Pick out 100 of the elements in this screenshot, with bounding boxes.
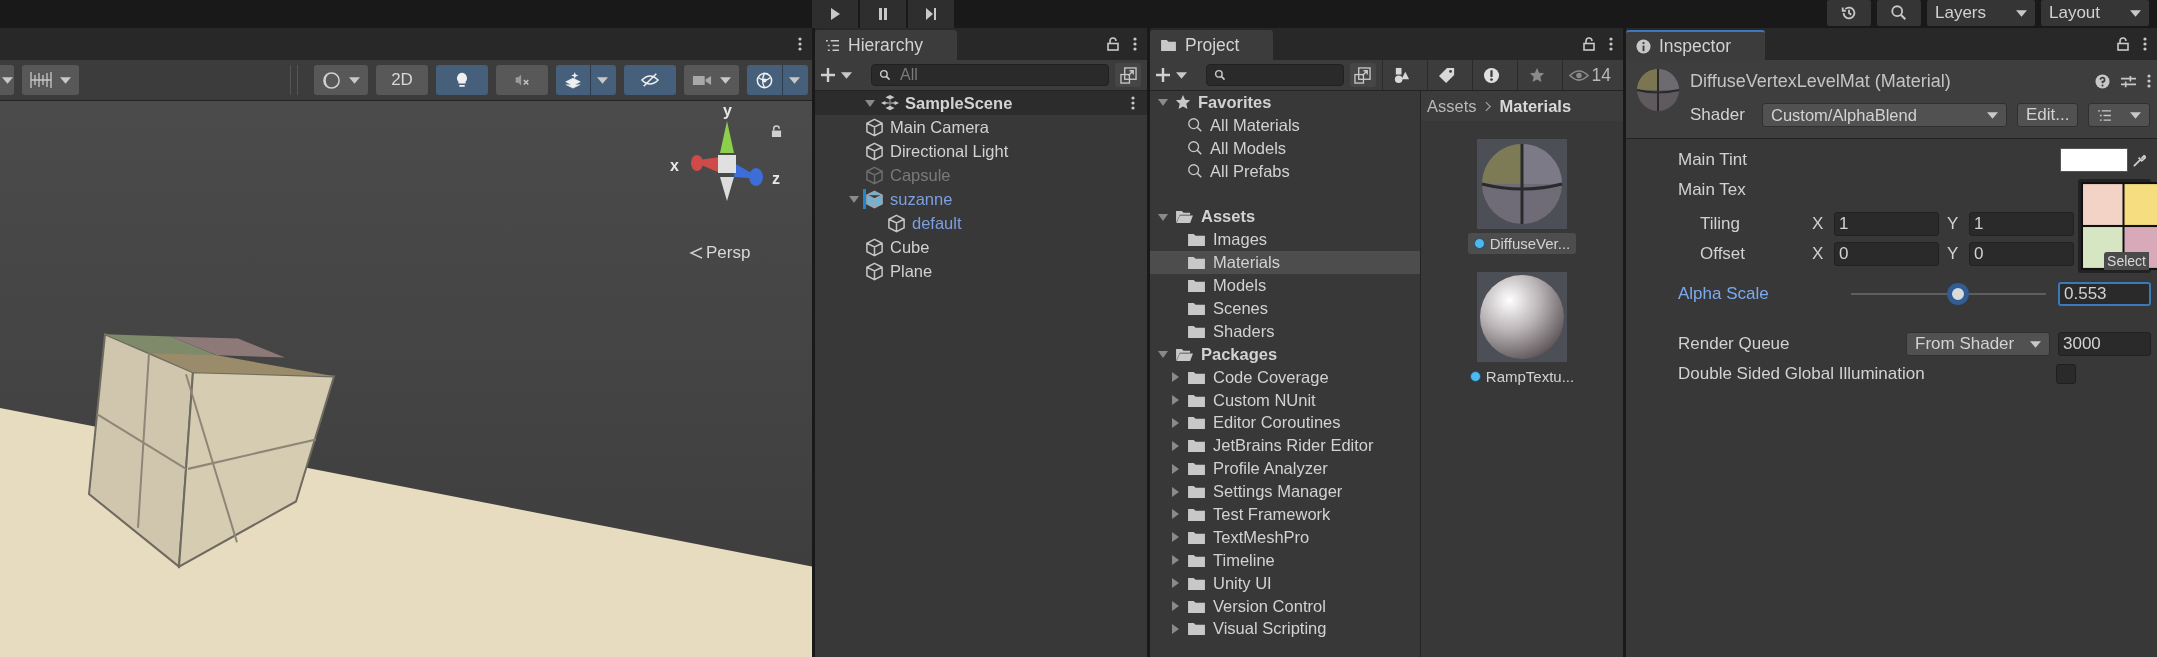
checkbox[interactable] bbox=[2056, 364, 2076, 384]
layout-dropdown[interactable]: Layout bbox=[2041, 0, 2149, 26]
expand-arrow-icon[interactable] bbox=[1170, 623, 1180, 634]
expand-arrow-icon[interactable] bbox=[1170, 463, 1180, 474]
lock-icon[interactable] bbox=[771, 125, 782, 138]
more-icon[interactable] bbox=[1133, 37, 1137, 51]
expand-arrow-icon[interactable] bbox=[1170, 578, 1180, 589]
number-field[interactable]: 1 bbox=[1969, 212, 2074, 236]
number-field[interactable]: 0 bbox=[1969, 242, 2074, 266]
slider-thumb[interactable] bbox=[1946, 283, 1969, 305]
folder-item[interactable]: Unity UI bbox=[1150, 571, 1420, 595]
help-icon[interactable] bbox=[2095, 73, 2110, 89]
toolbar-grip[interactable] bbox=[290, 65, 298, 95]
gizmos-toggle[interactable] bbox=[747, 65, 808, 95]
section-title[interactable]: Packages bbox=[1201, 344, 1278, 364]
hidden-packages-toggle[interactable]: 14 bbox=[1561, 60, 1617, 90]
expand-arrow-icon[interactable] bbox=[1170, 417, 1180, 428]
object-name[interactable]: suzanne bbox=[890, 189, 953, 209]
object-name[interactable]: Plane bbox=[890, 261, 933, 281]
expand-arrow-icon[interactable] bbox=[1170, 532, 1180, 543]
project-tab[interactable]: Project bbox=[1150, 30, 1274, 60]
section-title[interactable]: Assets bbox=[1201, 207, 1256, 227]
object-name[interactable]: default bbox=[912, 213, 962, 233]
folder-item[interactable]: Custom NUnit bbox=[1150, 388, 1420, 412]
folder-item[interactable]: Settings Manager bbox=[1150, 480, 1420, 504]
shading-toggle[interactable] bbox=[314, 65, 368, 95]
folder-item[interactable]: Shaders bbox=[1150, 319, 1420, 343]
color-swatch[interactable] bbox=[2060, 148, 2128, 172]
number-field[interactable]: 0.553 bbox=[2058, 282, 2151, 306]
expand-arrow-icon[interactable] bbox=[1170, 486, 1180, 497]
more-icon[interactable] bbox=[1609, 37, 1613, 51]
breadcrumb-link[interactable]: Assets bbox=[1427, 96, 1477, 116]
expand-arrow-icon[interactable] bbox=[1170, 395, 1180, 405]
lighting-toggle[interactable] bbox=[436, 65, 488, 95]
folder-item[interactable]: Code Coverage bbox=[1150, 365, 1420, 389]
pause-icon[interactable] bbox=[860, 0, 906, 28]
more-icon[interactable] bbox=[798, 37, 802, 51]
material-thumbnail[interactable] bbox=[1477, 139, 1567, 229]
more-icon[interactable] bbox=[2147, 74, 2151, 88]
play-icon[interactable] bbox=[812, 0, 858, 28]
folder-item[interactable]: Version Control bbox=[1150, 594, 1420, 618]
folder-item[interactable]: Test Framework bbox=[1150, 503, 1420, 526]
number-field[interactable]: 3000 bbox=[2058, 332, 2151, 356]
expand-arrow-icon[interactable] bbox=[1170, 372, 1180, 383]
folder-item[interactable]: All Prefabs bbox=[1150, 159, 1420, 183]
folder-item[interactable]: Materials bbox=[1150, 251, 1420, 275]
section-title[interactable]: Favorites bbox=[1198, 92, 1272, 112]
search-field[interactable]: All bbox=[871, 64, 1109, 86]
folder-item[interactable]: Images bbox=[1150, 228, 1420, 252]
expand-arrow-icon[interactable] bbox=[1158, 349, 1168, 360]
lock-icon[interactable] bbox=[1107, 37, 1119, 51]
number-field[interactable]: 1 bbox=[1834, 212, 1939, 236]
object-name[interactable]: Cube bbox=[890, 237, 930, 257]
edit-button[interactable]: Edit... bbox=[2017, 103, 2079, 127]
list-dropdown[interactable] bbox=[2088, 103, 2151, 127]
effects-toggle[interactable] bbox=[556, 65, 616, 95]
folder-item[interactable]: All Models bbox=[1150, 136, 1420, 160]
hierarchy-tab[interactable]: Hierarchy bbox=[815, 30, 957, 60]
folder-item[interactable]: Models bbox=[1150, 274, 1420, 297]
material-thumbnail[interactable] bbox=[1477, 272, 1567, 362]
texture-thumbnail[interactable] bbox=[2081, 182, 2157, 270]
more-icon[interactable] bbox=[1131, 96, 1135, 110]
audio-toggle[interactable] bbox=[496, 65, 548, 95]
projection-toggle[interactable]: Persp bbox=[689, 243, 751, 263]
layers-dropdown[interactable]: Layers bbox=[1927, 0, 2035, 26]
folder-item[interactable]: JetBrains Rider Editor bbox=[1150, 434, 1420, 458]
folder-item[interactable]: TextMeshPro bbox=[1150, 525, 1420, 549]
grid-snap-button[interactable] bbox=[22, 65, 79, 95]
select-button[interactable]: Select bbox=[2104, 252, 2149, 270]
more-icon[interactable] bbox=[2143, 37, 2147, 51]
object-name[interactable]: Directional Light bbox=[890, 141, 1009, 161]
2d-toggle[interactable]: 2D bbox=[376, 65, 428, 95]
object-name[interactable]: Main Camera bbox=[890, 117, 990, 137]
folder-item[interactable]: Visual Scripting bbox=[1150, 617, 1420, 641]
folder-item[interactable]: Profile Analyzer bbox=[1150, 457, 1420, 481]
expand-arrow-icon[interactable] bbox=[1158, 97, 1168, 108]
settings-icon[interactable] bbox=[2120, 73, 2137, 89]
folder-item[interactable]: Timeline bbox=[1150, 548, 1420, 572]
camera-toggle[interactable] bbox=[684, 65, 739, 95]
breadcrumb-link[interactable]: Materials bbox=[1499, 96, 1572, 116]
history-button[interactable] bbox=[1827, 0, 1871, 26]
expand-arrow-icon[interactable] bbox=[1170, 601, 1180, 612]
expand-arrow-icon[interactable] bbox=[1170, 509, 1180, 520]
file-name[interactable]: RampTextu... bbox=[1463, 366, 1581, 387]
visibility-toggle[interactable] bbox=[624, 65, 676, 95]
expand-arrow-icon[interactable] bbox=[1170, 440, 1180, 451]
folder-item[interactable]: Scenes bbox=[1150, 297, 1420, 320]
queue-dropdown[interactable]: From Shader bbox=[1906, 332, 2050, 356]
file-name[interactable]: DiffuseVer... bbox=[1467, 233, 1577, 254]
expand-arrow-icon[interactable] bbox=[849, 194, 859, 204]
popout-button[interactable] bbox=[1349, 63, 1376, 87]
eyedropper-icon[interactable] bbox=[2132, 152, 2147, 168]
step-icon[interactable] bbox=[908, 0, 954, 28]
expand-arrow-icon[interactable] bbox=[865, 98, 875, 108]
popout-button[interactable] bbox=[1115, 63, 1141, 87]
expand-arrow-icon[interactable] bbox=[1170, 555, 1180, 566]
shader-dropdown[interactable]: Custom/AlphaBlend bbox=[1762, 103, 2007, 127]
search-field[interactable] bbox=[1206, 64, 1344, 86]
dropdown-button[interactable] bbox=[0, 65, 14, 95]
folder-item[interactable]: Editor Coroutines bbox=[1150, 411, 1420, 435]
